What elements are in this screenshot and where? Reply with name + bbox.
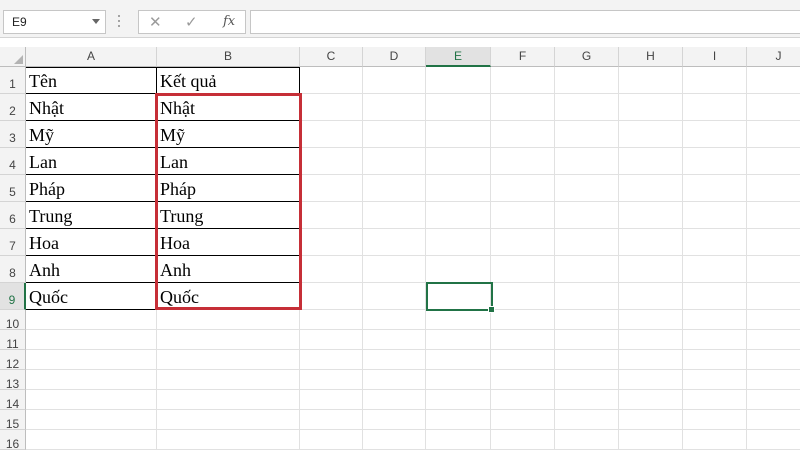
row-header-15[interactable]: 15 xyxy=(0,410,26,431)
cell-b1-header[interactable]: Kết quả xyxy=(157,67,300,94)
grid-line-horizontal xyxy=(26,329,800,330)
name-box[interactable]: E9 xyxy=(3,10,106,34)
column-header-b[interactable]: B xyxy=(157,47,300,67)
cell-a6[interactable]: Trung xyxy=(26,202,157,229)
column-header-j[interactable]: J xyxy=(747,47,800,67)
row-header-9[interactable]: 9 xyxy=(0,283,26,310)
active-cell-selection[interactable] xyxy=(426,282,495,313)
row-header-13[interactable]: 13 xyxy=(0,370,26,391)
row-header-3[interactable]: 3 xyxy=(0,121,26,148)
column-header-f[interactable]: F xyxy=(491,47,555,67)
cell-a3[interactable]: Mỹ xyxy=(26,121,157,148)
column-header-e[interactable]: E xyxy=(426,47,491,67)
grid-line-vertical xyxy=(362,67,363,450)
row-header-11[interactable]: 11 xyxy=(0,330,26,351)
column-header-g[interactable]: G xyxy=(555,47,619,67)
row-header-16[interactable]: 16 xyxy=(0,430,26,451)
enter-icon[interactable]: ✓ xyxy=(185,13,198,31)
grid-line-vertical xyxy=(682,67,683,450)
cell-a1-header[interactable]: Tên xyxy=(26,67,157,94)
grid-line-horizontal xyxy=(26,429,800,430)
row-header-7[interactable]: 7 xyxy=(0,229,26,256)
grid-line-vertical xyxy=(425,67,426,450)
grid-line-vertical xyxy=(490,67,491,450)
row-header-5[interactable]: 5 xyxy=(0,175,26,202)
row-header-1[interactable]: 1 xyxy=(0,67,26,94)
grid-line-vertical xyxy=(746,67,747,450)
toolbar-gap xyxy=(0,38,800,47)
grid-line-horizontal xyxy=(26,349,800,350)
cell-a5[interactable]: Pháp xyxy=(26,175,157,202)
chevron-down-icon[interactable] xyxy=(92,19,100,24)
row-header-10[interactable]: 10 xyxy=(0,310,26,331)
cancel-icon[interactable]: ✕ xyxy=(149,13,162,31)
grid-line-horizontal xyxy=(26,389,800,390)
cell-a9[interactable]: Quốc xyxy=(26,283,157,310)
select-all-icon xyxy=(14,55,23,64)
grid-line-vertical xyxy=(618,67,619,450)
insert-function-icon[interactable]: fx xyxy=(223,14,235,29)
cell-a7[interactable]: Hoa xyxy=(26,229,157,256)
row-header-6[interactable]: 6 xyxy=(0,202,26,229)
row-header-14[interactable]: 14 xyxy=(0,390,26,411)
row-header-12[interactable]: 12 xyxy=(0,350,26,371)
formula-buttons: ✕ ✓ fx xyxy=(138,10,246,34)
name-box-value: E9 xyxy=(12,15,27,29)
grid-line-horizontal xyxy=(26,409,800,410)
column-header-c[interactable]: C xyxy=(300,47,363,67)
drag-handle-icon[interactable] xyxy=(118,15,121,28)
formula-input[interactable] xyxy=(250,10,800,34)
column-header-a[interactable]: A xyxy=(26,47,157,67)
cell-a2[interactable]: Nhật xyxy=(26,94,157,121)
fill-handle[interactable] xyxy=(488,306,495,313)
select-all-button[interactable] xyxy=(0,47,26,67)
formula-bar: E9 ✕ ✓ fx xyxy=(0,0,800,38)
column-header-d[interactable]: D xyxy=(363,47,426,67)
column-header-h[interactable]: H xyxy=(619,47,683,67)
row-header-8[interactable]: 8 xyxy=(0,256,26,283)
grid-line-horizontal xyxy=(26,369,800,370)
row-header-4[interactable]: 4 xyxy=(0,148,26,175)
highlight-box xyxy=(155,93,302,310)
cell-a4[interactable]: Lan xyxy=(26,148,157,175)
column-header-i[interactable]: I xyxy=(683,47,747,67)
grid-line-vertical xyxy=(554,67,555,450)
row-header-2[interactable]: 2 xyxy=(0,94,26,121)
cell-a8[interactable]: Anh xyxy=(26,256,157,283)
